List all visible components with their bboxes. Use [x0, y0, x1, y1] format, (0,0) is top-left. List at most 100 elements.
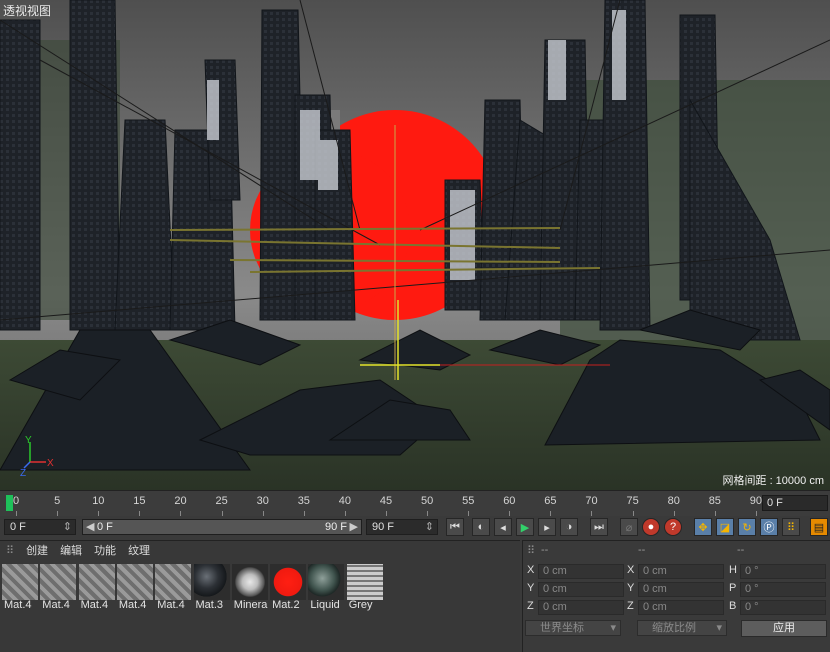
stepper-arrows-icon: ⇕ [424, 521, 434, 533]
record-icon: ● [647, 521, 655, 533]
timeline-window-button[interactable]: ▤ [810, 518, 828, 536]
material-label: Mat.4 [118, 599, 147, 611]
panel-grip-icon[interactable]: ⠿ [6, 544, 14, 557]
size-axis-label: Z [627, 600, 634, 612]
goto-start-button[interactable]: ⏮ [446, 518, 464, 536]
playhead[interactable] [6, 495, 13, 511]
preview-range-slider[interactable]: ◀ 0 F 90 F ▶ [82, 519, 362, 535]
rotation-field[interactable]: 0 ° [740, 582, 826, 597]
scale-key-button[interactable]: ◪ [716, 518, 734, 536]
prev-frame-icon: ◂ [500, 521, 506, 534]
record-button[interactable]: ● [642, 518, 660, 536]
material-swatch[interactable] [308, 564, 345, 600]
timeline-tick-label: 25 [215, 495, 228, 507]
material-label: Liquid [310, 599, 340, 611]
header-position: -- [541, 544, 549, 556]
material-label: Mat.2 [272, 599, 300, 611]
svg-text:X: X [47, 458, 54, 469]
timeline-tick-label: 90 [749, 495, 763, 507]
next-key-button[interactable]: ◑ [560, 518, 578, 536]
coordinates-manager: ⠿ -- -- -- X0 cm X 0 cm H 0 ° Y 0 cm Y 0 cm P 0 ° Z… [522, 540, 830, 652]
play-button[interactable]: ▶ [516, 518, 534, 536]
material-swatch[interactable] [270, 564, 307, 600]
scale-mode-dropdown[interactable]: 缩放比例 ▾ [637, 620, 727, 636]
keyframe-mode-button[interactable]: ⌀ [620, 518, 638, 536]
rotation-field[interactable]: 0 ° [740, 600, 826, 615]
header-rotation: -- [737, 544, 745, 556]
timeline-tick-label: 45 [379, 495, 393, 507]
size-axis-label: X [627, 564, 635, 576]
material-label: Mat.4 [42, 599, 70, 611]
timeline-tick-label: 65 [544, 495, 557, 507]
range-start-value: 0 F [97, 521, 113, 533]
transport-bar: 0 F ⇕ ◀ 0 F 90 F ▶ 90 F ⇕ ⏮ ◐ ◂ ▶ ▸ ◑ ⏭ … [0, 516, 830, 538]
coord-mode-value: 世界坐标 [540, 622, 584, 634]
move-icon: ✥ [698, 521, 708, 534]
current-frame-field[interactable]: 0 F ⇕ [4, 519, 76, 535]
material-label: Mat.4 [4, 599, 32, 611]
coord-mode-dropdown[interactable]: 世界坐标 ▾ [525, 620, 621, 636]
range-left-arrow-icon: ◀ [86, 521, 95, 533]
timeline-ruler[interactable]: 0 F 0 5 10 15 20 25 30 35 40 45 50 55 60 65 70 75 80 85 90 [0, 490, 830, 517]
material-menu: ⠿ 创建 编辑 功能 纹理 [0, 541, 520, 559]
timeline-tick-label: 35 [297, 495, 310, 507]
material-label: Mat.3 [195, 599, 224, 611]
material-label: Mat.4 [157, 599, 185, 611]
pla-key-button[interactable]: ⠿ [782, 518, 800, 536]
next-frame-icon: ▸ [544, 521, 550, 534]
material-swatch[interactable] [2, 564, 38, 600]
material-swatch[interactable] [155, 564, 192, 600]
rotation-axis-label: P [729, 582, 737, 594]
panel-grip-icon[interactable]: ⠿ [527, 544, 535, 557]
max-frame-field[interactable]: 90 F ⇕ [366, 519, 438, 535]
position-axis-label: Z [527, 600, 534, 612]
next-frame-button[interactable]: ▸ [538, 518, 556, 536]
menu-edit[interactable]: 编辑 [60, 542, 82, 558]
rotate-icon: ↻ [742, 521, 752, 534]
question-icon: ? [669, 521, 677, 533]
size-axis-label: Y [627, 582, 635, 594]
rotation-axis-label: B [729, 600, 737, 612]
grid-dots-icon: ⠿ [786, 521, 796, 534]
max-frame-value: 90 F [372, 521, 395, 533]
size-field[interactable]: 0 cm [638, 600, 724, 615]
material-swatch[interactable] [116, 564, 153, 600]
material-swatch[interactable] [193, 564, 230, 600]
prev-key-button[interactable]: ◐ [472, 518, 490, 536]
material-swatch[interactable] [231, 564, 268, 600]
size-field[interactable]: 0 cm [638, 582, 724, 597]
position-field[interactable]: 0 cm [538, 582, 624, 597]
viewport-title[interactable]: 透视视图 [3, 2, 51, 19]
stepper-arrows-icon: ⇕ [62, 521, 72, 533]
move-key-button[interactable]: ✥ [694, 518, 712, 536]
current-frame-value: 0 F [10, 521, 26, 533]
prev-frame-button[interactable]: ◂ [494, 518, 512, 536]
rotation-field[interactable]: 0 ° [740, 564, 826, 579]
timeline-tick-label: 70 [585, 495, 598, 507]
position-field[interactable]: 0 cm [538, 564, 624, 579]
menu-texture[interactable]: 纹理 [128, 542, 150, 558]
param-key-button[interactable]: Ⓟ [760, 518, 778, 536]
material-swatch[interactable] [78, 564, 115, 600]
apply-button[interactable]: 应用 [741, 620, 827, 637]
size-field[interactable]: 0 cm [638, 564, 724, 579]
goto-end-button[interactable]: ⏭ [590, 518, 608, 536]
timeline-tick-label: 40 [338, 495, 352, 507]
material-swatch[interactable] [40, 564, 77, 600]
timeline-tick-label: 60 [503, 495, 516, 507]
position-field[interactable]: 0 cm [538, 600, 624, 615]
timeline-end-frame[interactable]: 0 F [762, 495, 828, 511]
rotate-key-button[interactable]: ↻ [738, 518, 756, 536]
autokey-button[interactable]: ? [664, 518, 682, 536]
play-icon: ▶ [520, 521, 530, 534]
perspective-viewport[interactable]: Y X Z 透视视图 网格间距 : 10000 cm [0, 0, 830, 490]
grid-spacing-label: 网格间距 : 10000 cm [722, 475, 824, 487]
prev-key-icon: ◐ [477, 521, 485, 533]
scale-icon: ◪ [719, 521, 731, 534]
timeline-tick-label: 10 [92, 495, 105, 507]
goto-start-icon: ⏮ [450, 520, 460, 533]
scale-mode-value: 缩放比例 [652, 622, 696, 634]
material-swatch[interactable] [346, 564, 383, 600]
menu-create[interactable]: 创建 [26, 542, 48, 558]
menu-function[interactable]: 功能 [94, 542, 116, 558]
